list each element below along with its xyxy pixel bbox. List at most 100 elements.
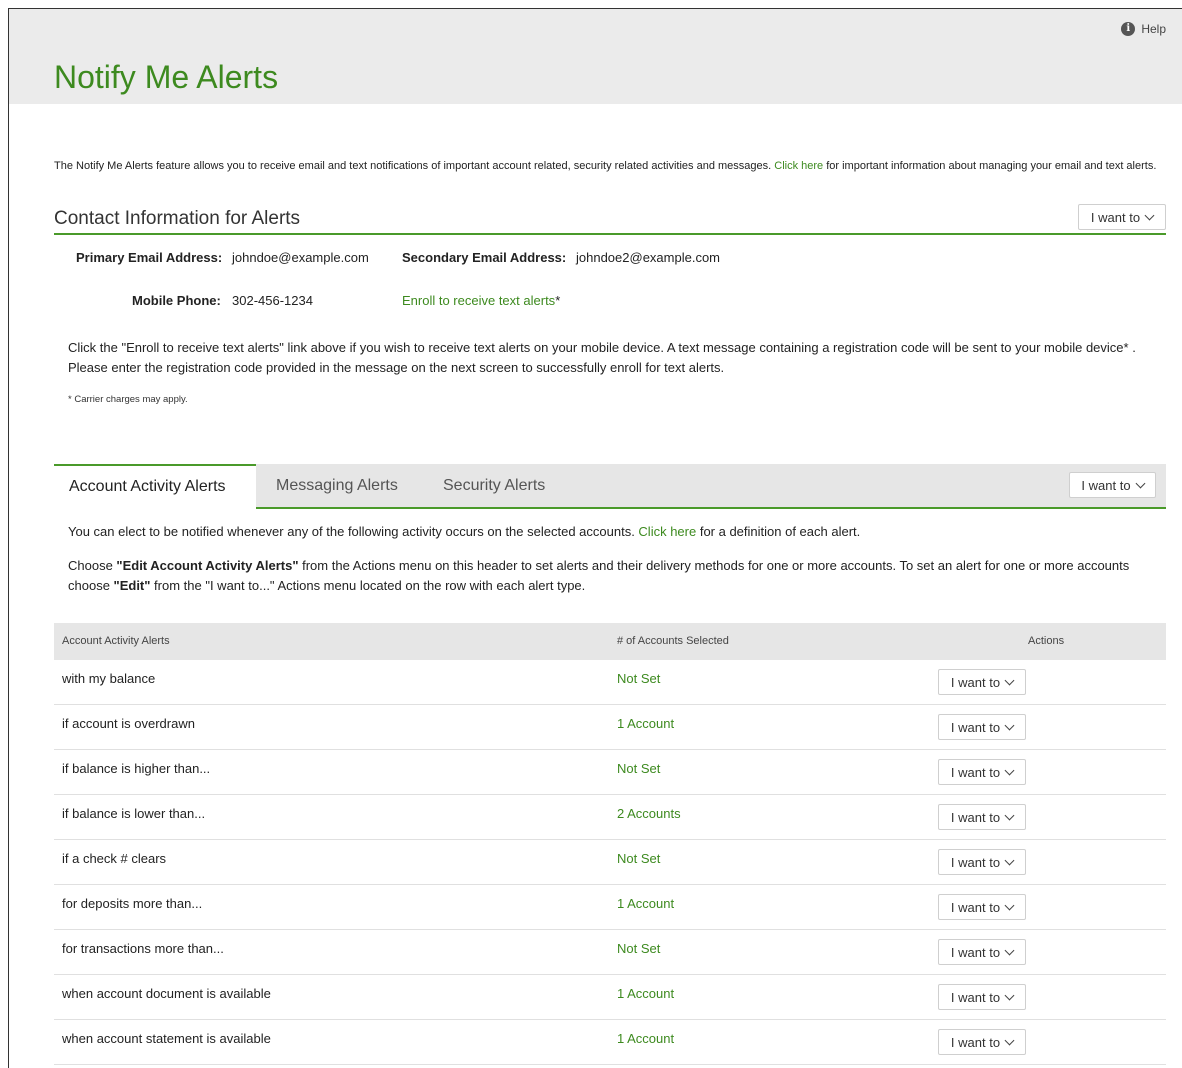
accounts-selected-link[interactable]: Not Set: [617, 941, 660, 956]
table-row: if balance is higher than... Not Set I wan…: [54, 750, 1166, 795]
alert-definitions-link[interactable]: Click here: [638, 524, 696, 539]
row-actions-menu[interactable]: I want to: [938, 939, 1026, 965]
contact-section-title: Contact Information for Alerts: [54, 208, 301, 229]
enroll-text-alerts-link[interactable]: Enroll to receive text alerts: [402, 293, 555, 308]
alerts-tab-bar: Account Activity Alerts Messaging Alerts…: [54, 464, 1166, 509]
help-label: Help: [1141, 22, 1166, 36]
row-actions-menu[interactable]: I want to: [938, 984, 1026, 1010]
alert-type: when account statement is available: [62, 1031, 271, 1046]
row-actions-label: I want to: [950, 944, 1001, 960]
secondary-email-value: johndoe2@example.com: [576, 250, 721, 265]
chevron-down-icon: [1135, 478, 1146, 488]
accounts-selected-link[interactable]: Not Set: [617, 671, 660, 686]
chevron-down-icon: [1004, 855, 1015, 865]
activity-description-end: for a definition of each alert.: [696, 524, 861, 539]
row-actions-menu[interactable]: I want to: [938, 759, 1026, 785]
alerts-table: Account Activity Alerts # of Accounts Se…: [54, 623, 1166, 1065]
row-actions-label: I want to: [950, 719, 1001, 735]
row-actions-label: I want to: [950, 989, 1001, 1005]
instructions-emphasis: "Edit Account Activity Alerts": [116, 558, 299, 573]
alert-type: if a check # clears: [62, 851, 167, 866]
column-header-alert: Account Activity Alerts: [62, 635, 170, 647]
row-actions-label: I want to: [950, 1034, 1001, 1050]
activity-description: You can elect to be notified whenever an…: [68, 522, 1158, 542]
table-row: for deposits more than... 1 Account I want…: [54, 885, 1166, 930]
primary-email-label: Primary Email Address:: [76, 250, 223, 265]
row-actions-menu[interactable]: I want to: [938, 804, 1026, 830]
secondary-email-label: Secondary Email Address:: [402, 250, 567, 265]
instructions-emphasis: "Edit": [113, 578, 151, 593]
column-header-actions: Actions: [1028, 635, 1065, 647]
row-actions-menu[interactable]: I want to: [938, 1029, 1026, 1055]
chevron-down-icon: [1004, 765, 1015, 775]
intro-text-end: for important information about managing…: [823, 160, 1157, 172]
tabs-actions-menu[interactable]: I want to: [1069, 472, 1156, 498]
tab-security-alerts[interactable]: Security Alerts: [443, 464, 545, 507]
tab-account-activity-alerts[interactable]: Account Activity Alerts: [54, 464, 256, 509]
row-actions-label: I want to: [950, 854, 1001, 870]
alert-type: for deposits more than...: [62, 896, 203, 911]
row-actions-menu[interactable]: I want to: [938, 849, 1026, 875]
alert-type: for transactions more than...: [62, 941, 224, 956]
primary-email-value: johndoe@example.com: [232, 250, 369, 265]
row-actions-label: I want to: [950, 764, 1001, 780]
intro-click-here-link[interactable]: Click here: [774, 160, 823, 172]
table-row: for transactions more than... Not Set I wa…: [54, 930, 1166, 975]
activity-description-start: You can elect to be notified whenever an…: [68, 524, 639, 539]
accounts-selected-link[interactable]: 2 Accounts: [617, 806, 681, 821]
mobile-phone-value: 302-456-1234: [232, 293, 313, 308]
page-title: Notify Me Alerts: [54, 59, 279, 95]
contact-actions-label: I want to: [1090, 209, 1141, 225]
accounts-selected-link[interactable]: 1 Account: [617, 896, 674, 911]
table-row: when account document is available 1 Acco…: [54, 975, 1166, 1020]
instructions-part: from the "I want to..." Actions menu loc…: [150, 578, 586, 593]
enroll-asterisk: *: [555, 293, 561, 308]
accounts-selected-link[interactable]: 1 Account: [617, 1031, 674, 1046]
intro-text: The Notify Me Alerts feature allows you …: [54, 157, 1169, 175]
enroll-instructions: Click the "Enroll to receive text alerts…: [68, 340, 1136, 375]
accounts-selected-link[interactable]: Not Set: [617, 761, 660, 776]
accounts-selected-link[interactable]: 1 Account: [617, 986, 674, 1001]
chevron-down-icon: [1004, 945, 1015, 955]
chevron-down-icon: [1004, 900, 1015, 910]
page-header: i Help Notify Me Alerts: [9, 9, 1182, 104]
chevron-down-icon: [1004, 675, 1015, 685]
table-row: when account statement is available 1 Acc…: [54, 1020, 1166, 1065]
accounts-selected-link[interactable]: Not Set: [617, 851, 660, 866]
activity-instructions: Choose "Edit Account Activity Alerts" fr…: [68, 556, 1158, 596]
enroll-text-alerts: Enroll to receive text alerts*: [402, 293, 560, 308]
contact-actions-menu[interactable]: I want to: [1078, 204, 1166, 230]
instructions-part: Choose: [68, 558, 117, 573]
chevron-down-icon: [1004, 1035, 1015, 1045]
row-actions-menu[interactable]: I want to: [938, 714, 1026, 740]
table-body: with my balance Not Set I want to if accoun…: [54, 660, 1166, 1065]
table-row: if balance is lower than... 2 Accounts I w…: [54, 795, 1166, 840]
column-header-accounts: # of Accounts Selected: [617, 635, 729, 647]
row-actions-menu[interactable]: I want to: [938, 894, 1026, 920]
table-row: if account is overdrawn 1 Account I want t…: [54, 705, 1166, 750]
page-frame: i Help Notify Me Alerts The Notify Me Al…: [8, 8, 1182, 1068]
tabs-actions-label: I want to: [1081, 477, 1131, 493]
intro-text-start: The Notify Me Alerts feature allows you …: [54, 160, 775, 172]
alert-type: if balance is lower than...: [62, 806, 206, 821]
chevron-down-icon: [1004, 720, 1015, 730]
row-actions-label: I want to: [950, 674, 1001, 690]
alert-type: if account is overdrawn: [62, 716, 195, 731]
row-actions-label: I want to: [950, 899, 1001, 915]
alert-type: with my balance: [62, 671, 156, 686]
help-link[interactable]: i Help: [1121, 22, 1166, 36]
table-row: with my balance Not Set I want to: [54, 660, 1166, 705]
alert-type: when account document is available: [62, 986, 271, 1001]
row-actions-menu[interactable]: I want to: [938, 669, 1026, 695]
info-icon: i: [1121, 22, 1136, 36]
mobile-phone-label: Mobile Phone:: [132, 293, 221, 308]
chevron-down-icon: [1144, 210, 1155, 220]
chevron-down-icon: [1004, 810, 1015, 820]
row-actions-label: I want to: [950, 809, 1001, 825]
section-divider: [54, 233, 1166, 235]
chevron-down-icon: [1004, 990, 1015, 1000]
table-row: if a check # clears Not Set I want to: [54, 840, 1166, 885]
accounts-selected-link[interactable]: 1 Account: [617, 716, 674, 731]
alert-type: if balance is higher than...: [62, 761, 211, 776]
tab-messaging-alerts[interactable]: Messaging Alerts: [276, 464, 398, 507]
